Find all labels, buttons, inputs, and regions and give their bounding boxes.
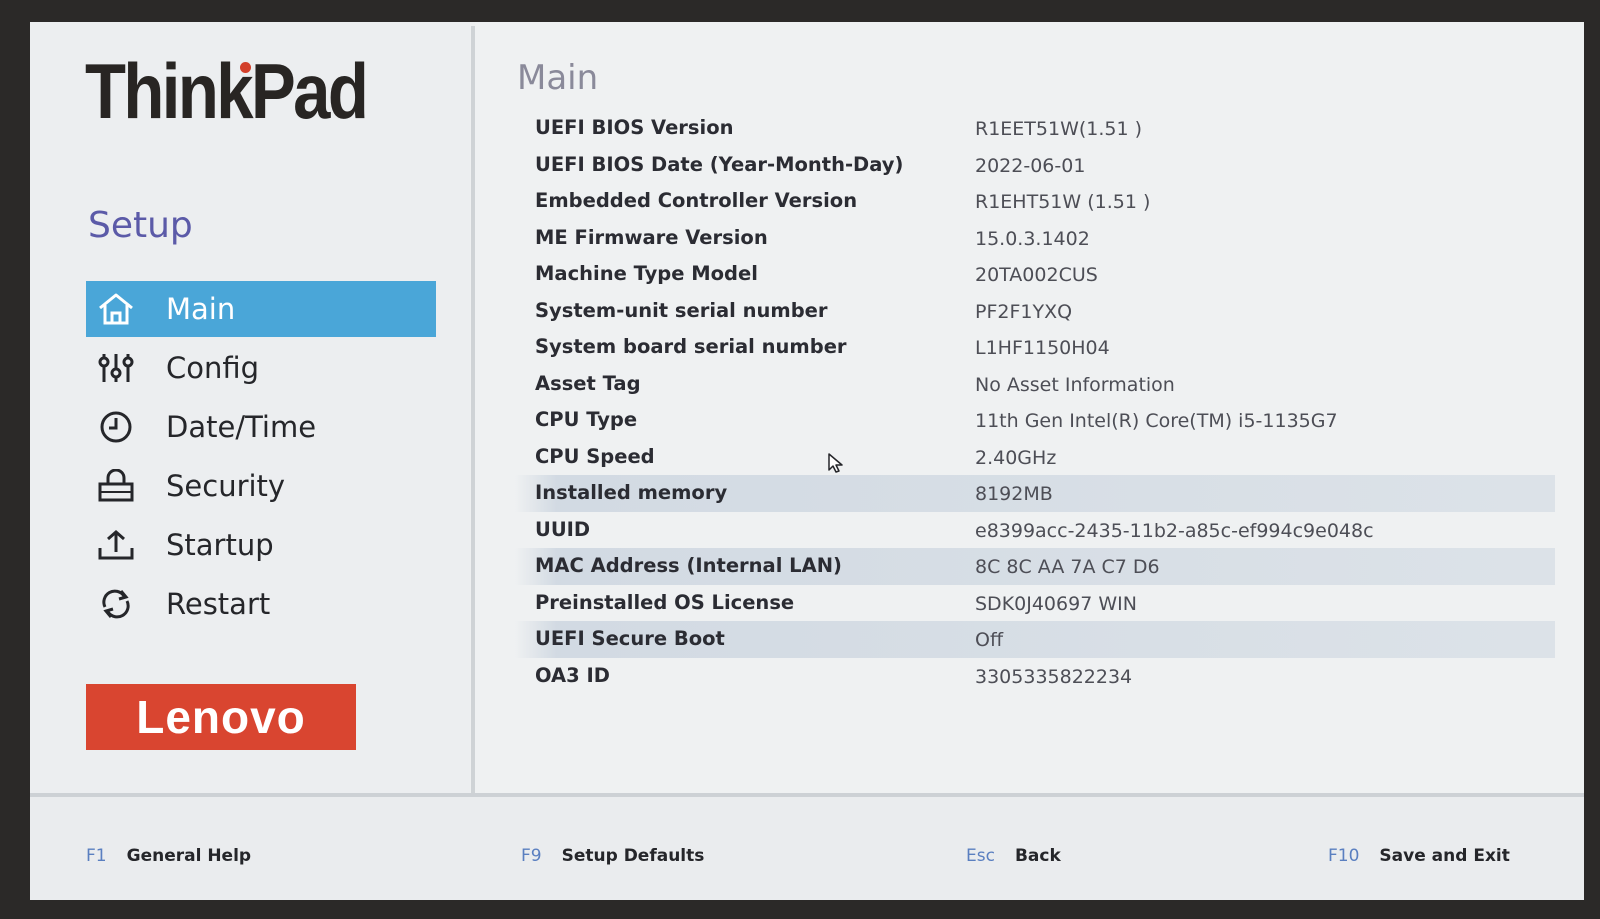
info-row-cpu-type: CPU Type 11th Gen Intel(R) Core(TM) i5-1… (515, 402, 1555, 439)
monitor-bezel: ThinkPad Setup Main Config Date/Time Sec… (0, 0, 1600, 919)
bios-screen: ThinkPad Setup Main Config Date/Time Sec… (30, 22, 1584, 900)
sidebar-item-main[interactable]: Main (86, 281, 436, 337)
sidebar-item-config[interactable]: Config (86, 340, 436, 396)
info-table: UEFI BIOS Version R1EET51W(1.51 ) UEFI B… (515, 110, 1555, 694)
sidebar-item-security[interactable]: Security (86, 458, 436, 514)
info-label: System board serial number (535, 335, 847, 358)
save-exit-key-hint[interactable]: F10 Save and Exit (1328, 846, 1510, 866)
key-label: F1 (86, 846, 107, 866)
info-label: Embedded Controller Version (535, 189, 858, 212)
sidebar-nav: Main Config Date/Time Security Startup R… (86, 281, 436, 635)
info-row-asset-tag: Asset Tag No Asset Information (515, 366, 1555, 403)
key-label: F9 (521, 846, 542, 866)
info-value: SDK0J40697 WIN (975, 592, 1137, 615)
sidebar-item-date-time[interactable]: Date/Time (86, 399, 436, 455)
info-label: Preinstalled OS License (535, 590, 795, 614)
info-row-bios-version: UEFI BIOS Version R1EET51W(1.51 ) (515, 110, 1555, 147)
main-panel: Main UEFI BIOS Version R1EET51W(1.51 ) U… (475, 22, 1584, 812)
sidebar-item-startup[interactable]: Startup (86, 517, 436, 573)
info-row-board-serial: System board serial number L1HF1150H04 (515, 329, 1555, 366)
info-value: e8399acc-2435-11b2-a85c-ef994c9e048c (975, 519, 1374, 542)
info-row-cpu-speed: CPU Speed 2.40GHz (515, 439, 1555, 476)
info-label: OA3 ID (535, 663, 610, 687)
info-label: Machine Type Model (535, 262, 758, 285)
info-label: UEFI BIOS Version (535, 116, 734, 139)
lenovo-logo-text: Lenovo (136, 691, 306, 743)
info-label: CPU Type (535, 408, 638, 431)
info-row-memory: Installed memory 8192MB (515, 475, 1555, 512)
info-row-machine-type: Machine Type Model 20TA002CUS (515, 256, 1555, 293)
info-row-oa3-id: OA3 ID 3305335822234 (515, 658, 1555, 695)
help-key-hint[interactable]: F1 General Help (86, 846, 251, 866)
setup-defaults-key-hint[interactable]: F9 Setup Defaults (521, 846, 704, 866)
info-row-ec-version: Embedded Controller Version R1EHT51W (1.… (515, 183, 1555, 220)
key-label: F10 (1328, 846, 1360, 866)
back-key-hint[interactable]: Esc Back (966, 846, 1061, 866)
info-value: Off (975, 629, 1004, 651)
info-row-uuid: UUID e8399acc-2435-11b2-a85c-ef994c9e048… (515, 512, 1555, 549)
sidebar-item-label: Main (166, 292, 236, 326)
info-value: 15.0.3.1402 (975, 227, 1090, 250)
info-value: R1EHT51W (1.51 ) (975, 191, 1151, 213)
upload-icon (94, 523, 138, 567)
info-value: L1HF1150H04 (975, 337, 1110, 359)
sidebar-item-label: Startup (166, 528, 274, 562)
key-action: Back (1014, 846, 1061, 866)
info-value: 20TA002CUS (975, 264, 1098, 286)
setup-title: Setup (88, 205, 193, 246)
info-value: 8192MB (975, 483, 1053, 505)
info-label: UEFI Secure Boot (535, 627, 725, 650)
lenovo-logo: Lenovo (86, 684, 356, 750)
key-action: General Help (126, 846, 252, 866)
info-label: ME Firmware Version (535, 225, 768, 249)
info-label: UEFI BIOS Date (Year-Month-Day) (535, 152, 904, 176)
info-value: R1EET51W(1.51 ) (975, 118, 1143, 140)
info-label: UUID (535, 517, 591, 541)
info-row-secure-boot: UEFI Secure Boot Off (515, 621, 1555, 658)
info-label: CPU Speed (535, 444, 655, 468)
sidebar-item-label: Restart (166, 587, 271, 621)
mouse-pointer-icon (827, 452, 845, 478)
info-row-me-firmware: ME Firmware Version 15.0.3.1402 (515, 220, 1555, 257)
info-label: MAC Address (Internal LAN) (535, 554, 842, 577)
page-title: Main (517, 58, 599, 98)
info-value: 8C 8C AA 7A C7 D6 (975, 556, 1160, 578)
info-value: PF2F1YXQ (975, 300, 1073, 323)
info-row-bios-date: UEFI BIOS Date (Year-Month-Day) 2022-06-… (515, 147, 1555, 184)
key-action: Setup Defaults (561, 846, 705, 866)
footer-keybar: F1 General Help F9 Setup Defaults Esc Back … (30, 797, 1584, 900)
info-value: 3305335822234 (975, 665, 1133, 688)
home-icon (94, 287, 138, 331)
sidebar-item-restart[interactable]: Restart (86, 576, 436, 632)
info-label: Installed memory (535, 481, 728, 504)
info-label: System-unit serial number (535, 298, 828, 322)
info-row-os-license: Preinstalled OS License SDK0J40697 WIN (515, 585, 1555, 622)
lock-icon (94, 464, 138, 508)
info-row-mac-address: MAC Address (Internal LAN) 8C 8C AA 7A C… (515, 548, 1555, 585)
thinkpad-logo-dot (240, 62, 251, 73)
info-value: No Asset Information (975, 373, 1175, 396)
info-row-unit-serial: System-unit serial number PF2F1YXQ (515, 293, 1555, 330)
sidebar-item-label: Security (166, 469, 286, 503)
info-value: 2.40GHz (975, 446, 1057, 469)
refresh-icon (94, 582, 138, 626)
info-value: 11th Gen Intel(R) Core(TM) i5-1135G7 (975, 410, 1338, 432)
key-label: Esc (966, 846, 995, 866)
sidebar-item-label: Config (166, 351, 260, 385)
info-value: 2022-06-01 (975, 154, 1086, 177)
sliders-icon (94, 346, 138, 390)
thinkpad-logo: ThinkPad (85, 47, 369, 135)
sidebar: ThinkPad Setup Main Config Date/Time Sec… (30, 22, 470, 812)
info-label: Asset Tag (535, 371, 641, 395)
sidebar-item-label: Date/Time (166, 410, 317, 444)
clock-icon (94, 405, 138, 449)
key-action: Save and Exit (1379, 846, 1510, 866)
